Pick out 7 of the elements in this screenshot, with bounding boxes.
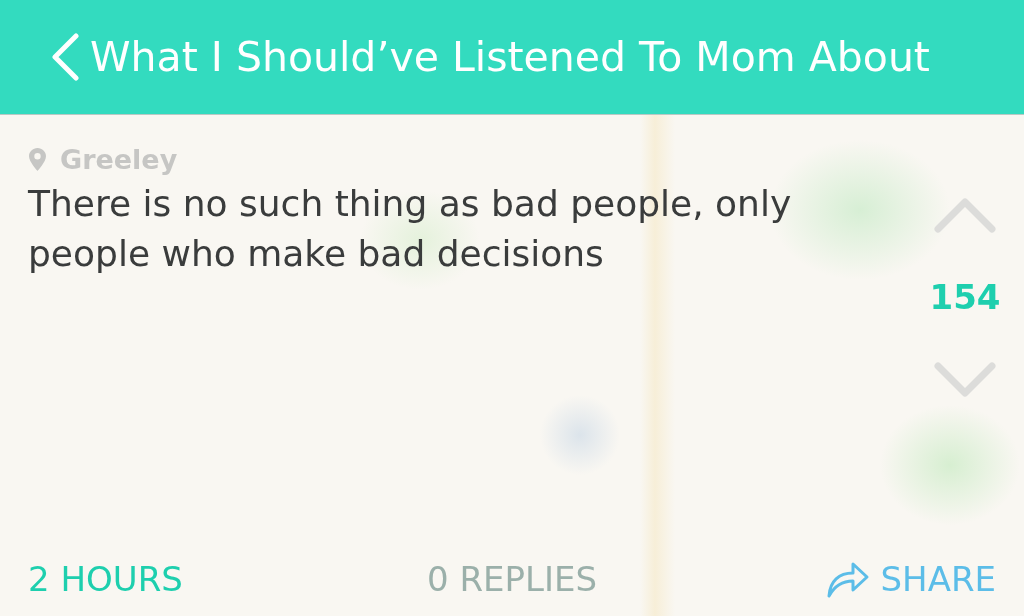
replies-link[interactable]: 0 REPLIES: [426, 559, 598, 599]
vote-count: 154: [929, 277, 1001, 317]
post-text: There is no such thing as bad people, only people who make bad decisions: [28, 182, 793, 276]
location-pin-icon: [29, 147, 46, 171]
chevron-left-icon: [50, 33, 80, 81]
post-age: 2 HOURS: [28, 559, 184, 599]
share-button[interactable]: SHARE: [826, 559, 996, 599]
